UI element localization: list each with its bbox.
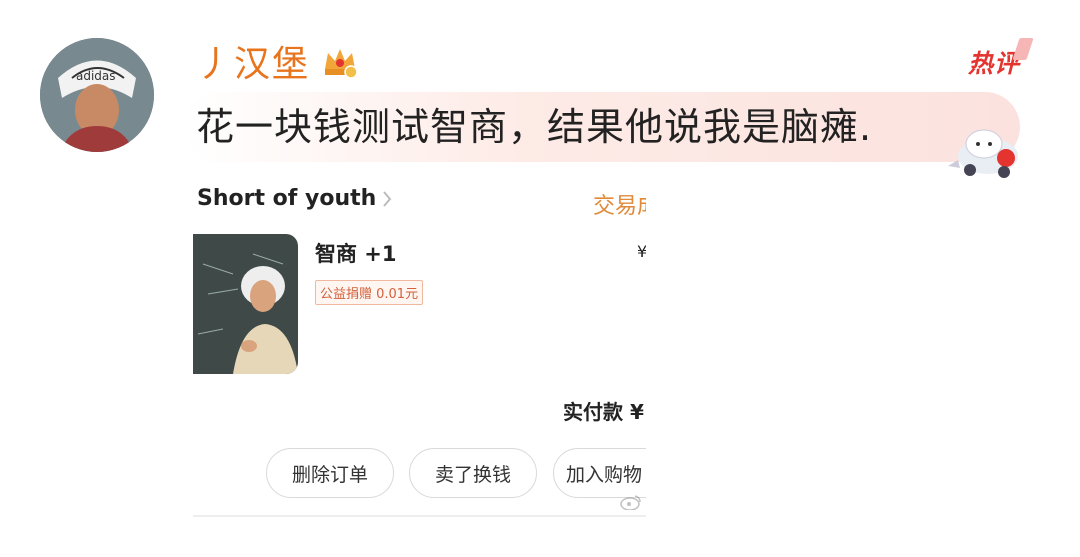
product-title[interactable]: 智商 +1 — [315, 238, 397, 268]
mascot-sticker — [948, 129, 1018, 178]
delete-order-button[interactable]: 删除订单 — [266, 448, 394, 498]
donation-tag: 公益捐赠 0.01元 — [315, 280, 424, 305]
hot-comment-badge: 热评 — [968, 44, 1020, 80]
trade-status: 交易成 — [593, 194, 646, 219]
avatar-image: adidas — [40, 38, 154, 152]
weibo-watermark-icon — [620, 495, 641, 510]
sell-button[interactable]: 卖了换钱 — [409, 448, 537, 498]
crown-icon — [325, 49, 358, 79]
avatar[interactable]: adidas — [40, 38, 154, 152]
divider — [193, 515, 646, 517]
product-thumbnail[interactable] — [193, 234, 298, 374]
shop-name: Short of youth — [197, 186, 377, 211]
order-card[interactable]: Short of youth 交易成 智商 +1 公益捐赠 0.01元 ¥ 实付… — [193, 178, 646, 518]
svg-text:adidas: adidas — [76, 69, 116, 83]
chevron-right-icon — [383, 190, 392, 207]
paid-amount: 实付款 ¥ — [563, 400, 644, 424]
product-price: ¥ — [637, 242, 646, 261]
shop-link[interactable]: Short of youth — [197, 186, 392, 211]
username[interactable]: 丿汉堡 — [196, 36, 360, 86]
username-text: 丿汉堡 — [196, 44, 311, 85]
add-to-cart-button[interactable]: 加入购物 — [553, 448, 646, 498]
product-image — [193, 234, 298, 374]
comment-text: 花一块钱测试智商，结果他说我是脑瘫. — [196, 105, 873, 149]
